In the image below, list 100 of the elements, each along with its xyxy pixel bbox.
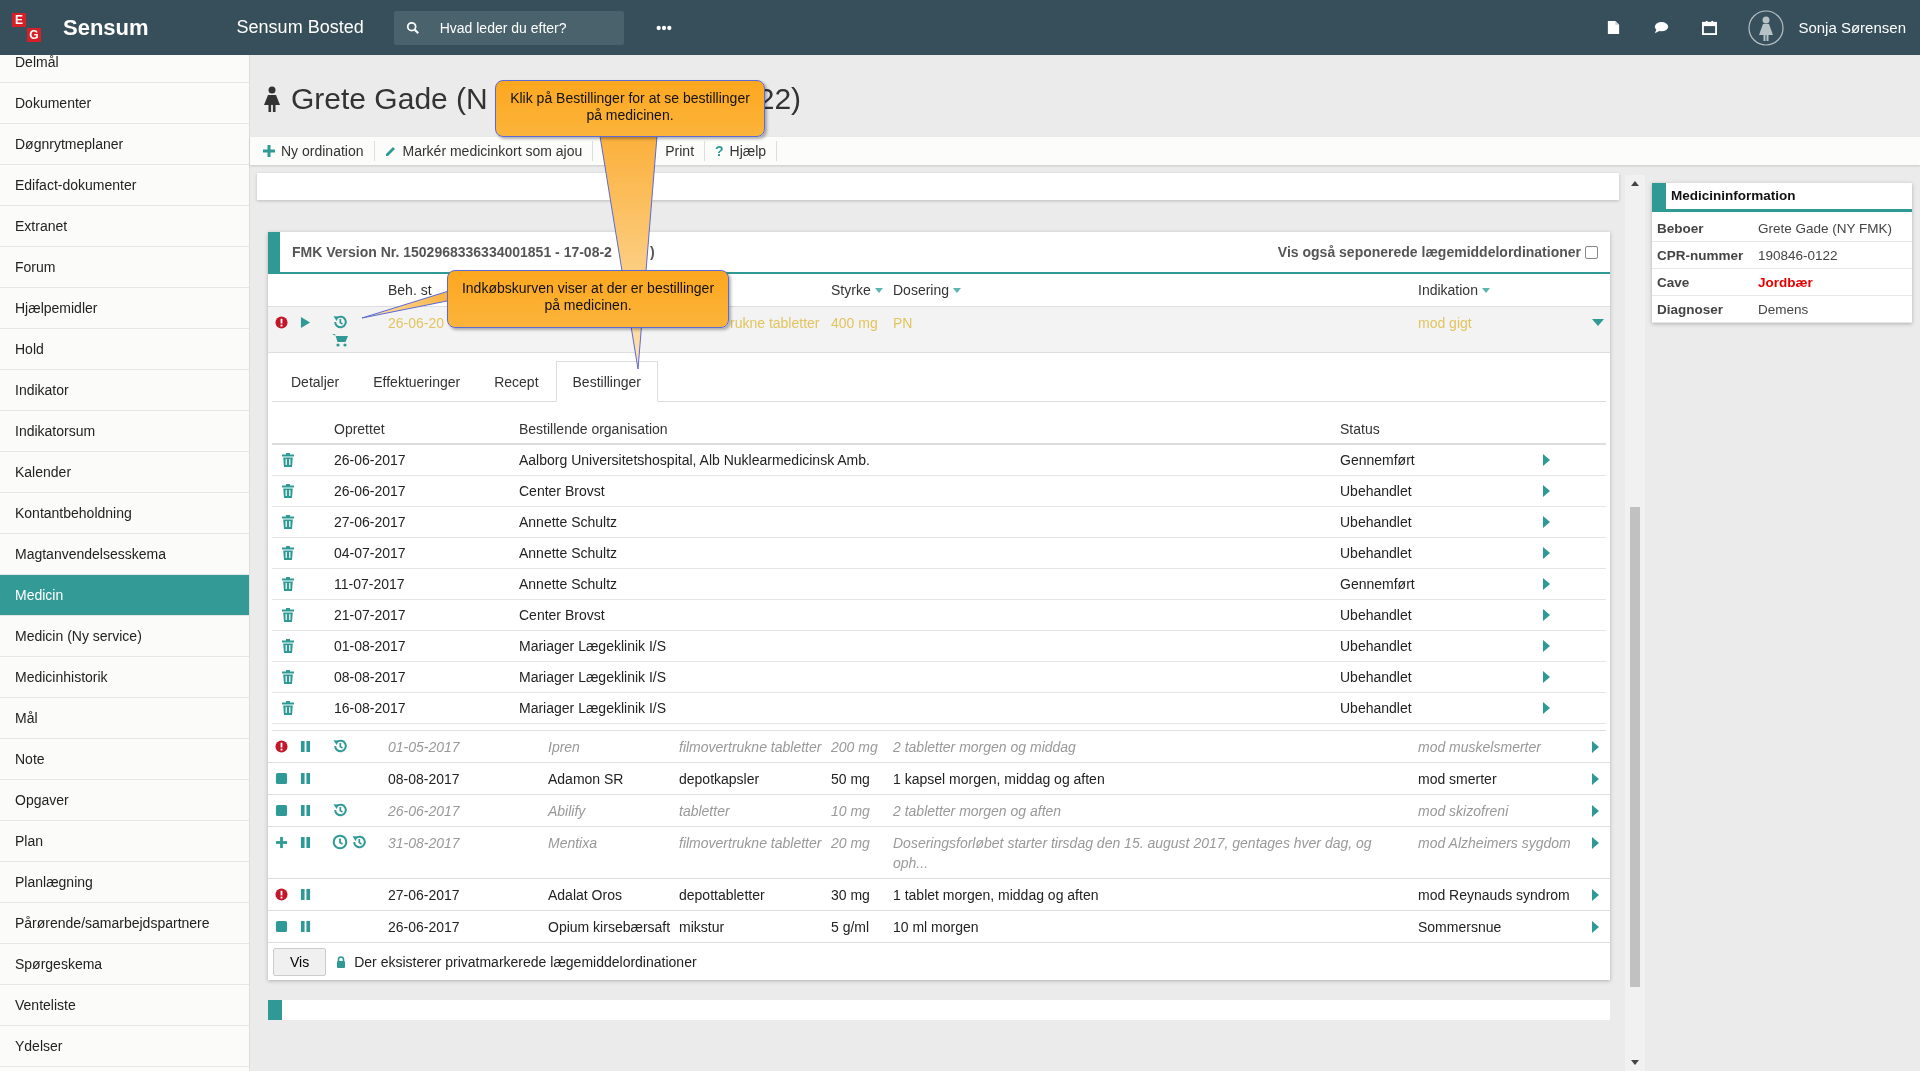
caret-right-icon[interactable] [1543, 640, 1551, 652]
sidebar-item[interactable]: Extranet [0, 206, 249, 247]
sidebar-item[interactable]: Mål [0, 698, 249, 739]
fmk-version: FMK Version Nr. 1502968336334001851 - 17-08-2 [292, 244, 612, 260]
table-cell-text: mod muskelsmerter [1418, 738, 1543, 757]
pause-icon[interactable] [300, 772, 311, 785]
sidebar-item[interactable]: Kontantbeholdning [0, 493, 249, 534]
trash-icon[interactable] [282, 670, 294, 684]
caret-right-icon[interactable] [1543, 578, 1551, 590]
chat-icon[interactable] [1654, 20, 1670, 35]
medication-row[interactable]: 27-06-2017 Adalat Oros depottabletter 30 mg 1 tablet morgen, middag og aften mod Reynauds syndrom [268, 879, 1610, 911]
caret-down-icon[interactable] [1592, 319, 1604, 327]
sidebar-item[interactable]: Hold [0, 329, 249, 370]
scroll-up-icon[interactable] [1631, 181, 1639, 186]
toolbar-button[interactable]: Print [665, 141, 706, 161]
cart-icon[interactable] [332, 333, 348, 347]
sidebar-item[interactable]: Medicinhistorik [0, 657, 249, 698]
logo[interactable]: E G [12, 13, 41, 42]
pause-icon[interactable] [300, 804, 311, 817]
sidebar-item[interactable]: Døgnrytmeplaner [0, 124, 249, 165]
table-cell-text: depotkapsler [679, 770, 761, 789]
caret-right-icon[interactable] [1543, 454, 1551, 466]
caret-right-icon[interactable] [1543, 516, 1551, 528]
sort-icon [874, 287, 883, 293]
document-icon[interactable] [1606, 20, 1622, 35]
sidebar-item[interactable]: Opgaver [0, 780, 249, 821]
trash-icon[interactable] [282, 484, 294, 498]
tab[interactable]: Detaljer [274, 361, 357, 402]
sidebar-item[interactable]: Dokumenter [0, 83, 249, 124]
tab[interactable]: Bestillinger [555, 361, 658, 402]
pause-icon[interactable] [300, 740, 311, 753]
column-header[interactable]: Styrke [831, 282, 893, 298]
caret-right-icon[interactable] [1592, 889, 1600, 901]
sidebar-item[interactable]: Pårørende/samarbejdspartnere [0, 903, 249, 944]
caret-right-icon[interactable] [1543, 671, 1551, 683]
table-cell-text: tabletter [679, 802, 731, 821]
checkbox[interactable] [1585, 245, 1598, 259]
scroll-down-icon[interactable] [1631, 1060, 1639, 1065]
trash-icon[interactable] [282, 608, 294, 622]
medication-row[interactable]: 08-08-2017 Adamon SR depotkapsler 50 mg 1 kapsel morgen, middag og aften mod smerter [268, 763, 1610, 795]
toolbar-button[interactable]: ? Hjælp [705, 141, 778, 161]
caret-right-icon[interactable] [1592, 837, 1600, 849]
table-cell-text: 26-06-20 [388, 314, 446, 333]
toolbar-button[interactable]: Ny ordination [250, 141, 375, 161]
medication-row[interactable]: 26-06-2017 Opium kirsebærsaft mikstur 5 g/ml 10 ml morgen Sommersnue [268, 911, 1610, 943]
panel-title: Medicininformation [1652, 183, 1912, 212]
sidebar-item[interactable]: Plan [0, 821, 249, 862]
checkbox-label: Vis også seponerede lægemiddelordinationer [1277, 244, 1581, 260]
caret-right-icon[interactable] [1543, 609, 1551, 621]
scrollbar[interactable] [1625, 175, 1645, 1071]
scroll-thumb[interactable] [1630, 507, 1640, 987]
product-name: Sensum Bosted [236, 17, 364, 38]
column-header[interactable]: Dosering [893, 282, 1418, 298]
trash-icon[interactable] [282, 639, 294, 653]
toolbar-button[interactable]: Markér medicinkort som ajou [374, 141, 594, 161]
trash-icon[interactable] [282, 701, 294, 715]
pause-icon[interactable] [300, 836, 311, 849]
sidebar-item[interactable]: Indikatorsum [0, 411, 249, 452]
pause-icon[interactable] [300, 888, 311, 901]
sidebar-item[interactable]: Delmål [0, 55, 249, 83]
caret-right-icon[interactable] [1592, 773, 1600, 785]
show-button[interactable]: Vis [273, 947, 327, 976]
sidebar-item[interactable]: Edifact-dokumenter [0, 165, 249, 206]
play-icon[interactable] [300, 316, 311, 329]
help-icon: ? [715, 143, 724, 159]
sidebar-item[interactable]: Indikator [0, 370, 249, 411]
caret-right-icon[interactable] [1592, 805, 1600, 817]
sidebar-item[interactable]: Hjælpemidler [0, 288, 249, 329]
history-icon [332, 314, 348, 330]
calendar-icon[interactable] [1702, 20, 1718, 35]
table-cell-text: Ubehandlet [1340, 545, 1413, 561]
sidebar-item[interactable]: Ydelser [0, 1026, 249, 1067]
trash-icon[interactable] [282, 546, 294, 560]
user-name[interactable]: Sonja Sørensen [1798, 19, 1906, 36]
sidebar-item[interactable]: Forum [0, 247, 249, 288]
page-title: Grete Gade (N [291, 82, 488, 116]
column-header[interactable]: Indikation [1418, 282, 1592, 298]
search-field[interactable]: Hvad leder du efter? [393, 10, 624, 45]
sidebar-item[interactable]: Note [0, 739, 249, 780]
table-cell-text: Center Brovst [519, 607, 606, 623]
more-icon[interactable] [655, 24, 672, 31]
caret-right-icon[interactable] [1543, 547, 1551, 559]
pause-icon[interactable] [300, 920, 311, 933]
trash-icon[interactable] [282, 515, 294, 529]
caret-right-icon[interactable] [1592, 921, 1600, 933]
caret-right-icon[interactable] [1592, 741, 1600, 753]
sidebar-item[interactable]: Kalender [0, 452, 249, 493]
table-cell-text: 08-08-2017 [334, 669, 407, 685]
sidebar-item[interactable]: Medicin (Ny service) [0, 616, 249, 657]
avatar-icon[interactable] [1748, 9, 1785, 46]
trash-icon[interactable] [282, 577, 294, 591]
caret-right-icon[interactable] [1543, 485, 1551, 497]
sidebar-item[interactable]: Planlægning [0, 862, 249, 903]
tab[interactable]: Effektueringer [356, 361, 478, 402]
tab[interactable]: Recept [477, 361, 556, 402]
caret-right-icon[interactable] [1543, 702, 1551, 714]
sidebar-item[interactable]: Venteliste [0, 985, 249, 1026]
trash-icon[interactable] [282, 453, 294, 467]
table-cell-text: 26-06-2017 [388, 802, 461, 821]
sidebar-item[interactable]: Spørgeskema [0, 944, 249, 985]
